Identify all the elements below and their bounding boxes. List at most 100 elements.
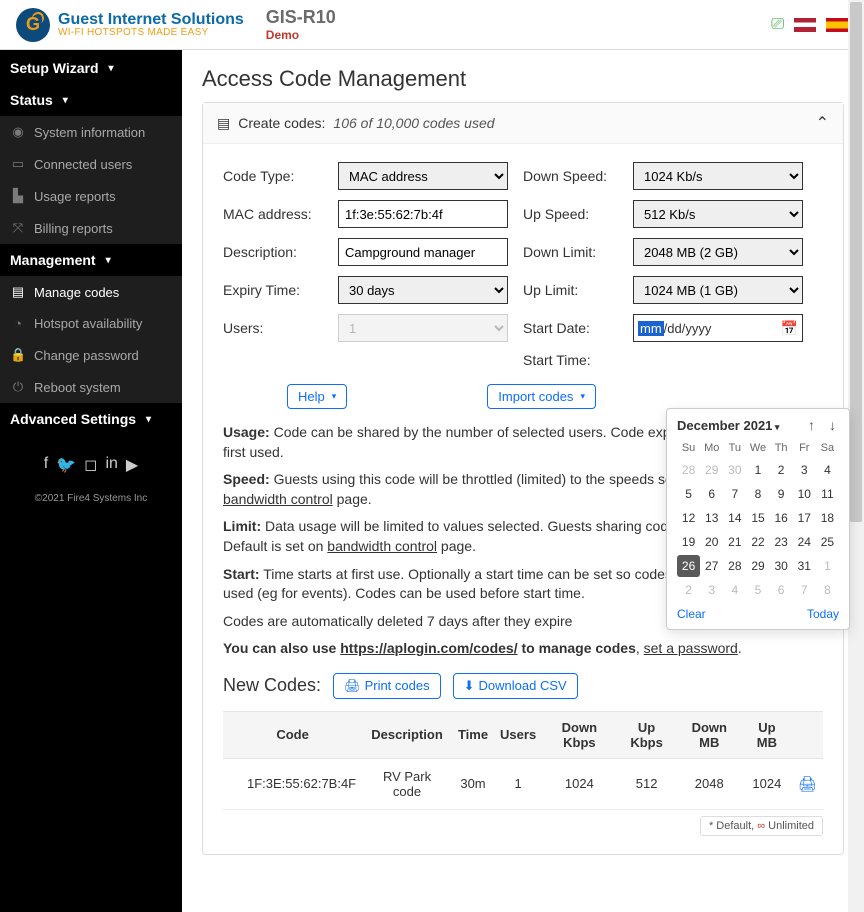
datepicker-day[interactable]: 6 [770, 579, 793, 601]
down-limit-select[interactable]: 2048 MB (2 GB) [633, 238, 803, 266]
datepicker-day[interactable]: 8 [816, 579, 839, 601]
bandwidth-control-link-2[interactable]: bandwidth control [327, 538, 437, 554]
twitter-icon[interactable]: 🐦 [56, 455, 76, 475]
expiry-time-select[interactable]: 30 days [338, 276, 508, 304]
datepicker-day[interactable]: 4 [723, 579, 746, 601]
download-csv-button[interactable]: ⬇ Download CSV [453, 673, 578, 699]
datepicker-day[interactable]: 19 [677, 531, 700, 553]
youtube-icon[interactable]: ▶ [126, 455, 138, 475]
datepicker-day[interactable]: 2 [770, 459, 793, 481]
date-picker[interactable]: December 2021 ↑ ↓ SuMoTuWeThFrSa28293012… [666, 408, 850, 630]
sidebar-item-connected-users[interactable]: ▭Connected users [0, 148, 182, 180]
sidebar-head-status[interactable]: Status [0, 84, 182, 116]
datepicker-day[interactable]: 28 [723, 555, 746, 577]
code-type-select[interactable]: MAC address [338, 162, 508, 190]
scrollbar-thumb[interactable] [850, 2, 862, 522]
datepicker-day[interactable]: 4 [816, 459, 839, 481]
date-seg-mm[interactable]: mm [638, 321, 664, 336]
sidebar-head-setup-wizard[interactable]: Setup Wizard [0, 52, 182, 84]
help-button[interactable]: Help [287, 384, 347, 409]
datepicker-day[interactable]: 12 [677, 507, 700, 529]
datepicker-month-title[interactable]: December 2021 [677, 418, 779, 433]
label-down-speed: Down Speed: [523, 168, 633, 184]
down-speed-select[interactable]: 1024 Kb/s [633, 162, 803, 190]
datepicker-day[interactable]: 11 [816, 483, 839, 505]
datepicker-day[interactable]: 27 [700, 555, 723, 577]
up-limit-select[interactable]: 1024 MB (1 GB) [633, 276, 803, 304]
datepicker-day[interactable]: 7 [793, 579, 816, 601]
chevron-up-icon[interactable]: ⌃ [816, 113, 829, 133]
datepicker-day[interactable]: 6 [700, 483, 723, 505]
datepicker-day[interactable]: 15 [746, 507, 769, 529]
datepicker-day[interactable]: 8 [746, 483, 769, 505]
datepicker-day[interactable]: 9 [770, 483, 793, 505]
up-speed-select[interactable]: 512 Kb/s [633, 200, 803, 228]
col-down-mb: Down MB [677, 711, 742, 758]
datepicker-day[interactable]: 13 [700, 507, 723, 529]
row-print-icon[interactable]: 🖨 [798, 776, 817, 793]
import-codes-button[interactable]: Import codes [487, 384, 596, 409]
datepicker-day[interactable]: 3 [793, 459, 816, 481]
label-down-limit: Down Limit: [523, 244, 633, 260]
datepicker-dow: Fr [793, 439, 816, 457]
datepicker-day[interactable]: 30 [723, 459, 746, 481]
sidebar-item-billing-reports[interactable]: ⤧Billing reports [0, 212, 182, 244]
datepicker-day[interactable]: 14 [723, 507, 746, 529]
sidebar-item-hotspot-availability[interactable]: ◔Hotspot availability [0, 308, 182, 339]
datepicker-day[interactable]: 25 [816, 531, 839, 553]
datepicker-day[interactable]: 30 [770, 555, 793, 577]
mac-address-input[interactable] [338, 200, 508, 228]
datepicker-day[interactable]: 1 [816, 555, 839, 577]
col-time: Time [452, 711, 494, 758]
logo[interactable]: G Guest Internet Solutions WI-FI HOTSPOT… [16, 8, 244, 42]
datepicker-day[interactable]: 24 [793, 531, 816, 553]
description-input[interactable] [338, 238, 508, 266]
datepicker-day[interactable]: 29 [746, 555, 769, 577]
date-seg-rest[interactable]: /dd/yyyy [664, 321, 712, 336]
logo-icon: G [16, 8, 50, 42]
instagram-icon[interactable]: ◻ [84, 455, 97, 475]
datepicker-day[interactable]: 22 [746, 531, 769, 553]
datepicker-next-icon[interactable]: ↓ [826, 417, 839, 433]
set-password-link[interactable]: set a password [644, 640, 738, 656]
datepicker-day[interactable]: 21 [723, 531, 746, 553]
bandwidth-control-link[interactable]: bandwidth control [223, 491, 333, 507]
datepicker-day[interactable]: 23 [770, 531, 793, 553]
flag-us-icon[interactable] [794, 18, 816, 32]
start-date-input[interactable]: mm/dd/yyyy 📅 [633, 314, 803, 342]
datepicker-day[interactable]: 2 [677, 579, 700, 601]
sidebar-item-usage-reports[interactable]: ▙Usage reports [0, 180, 182, 212]
sidebar-item-change-password[interactable]: 🔒Change password [0, 339, 182, 371]
datepicker-today-button[interactable]: Today [807, 607, 839, 621]
sidebar-item-manage-codes[interactable]: ▤Manage codes [0, 276, 182, 308]
datepicker-day[interactable]: 17 [793, 507, 816, 529]
datepicker-day[interactable]: 26 [677, 555, 700, 577]
datepicker-day[interactable]: 29 [700, 459, 723, 481]
datepicker-clear-button[interactable]: Clear [677, 607, 706, 621]
sidebar-head-management[interactable]: Management [0, 244, 182, 276]
sidebar-item-reboot-system[interactable]: ⏻Reboot system [0, 371, 182, 403]
calendar-icon[interactable]: 📅 [781, 320, 798, 337]
datepicker-day[interactable]: 5 [677, 483, 700, 505]
network-icon[interactable]: ⎚ [771, 16, 784, 34]
linkedin-icon[interactable]: in [105, 455, 117, 475]
panel-header[interactable]: ▤ Create codes: 106 of 10,000 codes used… [203, 103, 843, 144]
sidebar-item-system-information[interactable]: ◉System information [0, 116, 182, 148]
datepicker-day[interactable]: 10 [793, 483, 816, 505]
print-codes-button[interactable]: 🖨 Print codes [333, 673, 441, 699]
datepicker-day[interactable]: 5 [746, 579, 769, 601]
sidebar-head-advanced-settings[interactable]: Advanced Settings [0, 403, 182, 435]
datepicker-day[interactable]: 31 [793, 555, 816, 577]
datepicker-day[interactable]: 1 [746, 459, 769, 481]
datepicker-day[interactable]: 7 [723, 483, 746, 505]
datepicker-day[interactable]: 28 [677, 459, 700, 481]
datepicker-day[interactable]: 3 [700, 579, 723, 601]
aplogin-link[interactable]: https://aplogin.com/codes/ [340, 640, 517, 656]
datepicker-day[interactable]: 16 [770, 507, 793, 529]
facebook-icon[interactable]: f [44, 455, 48, 475]
scrollbar[interactable] [848, 0, 864, 912]
flag-es-icon[interactable] [826, 18, 848, 32]
datepicker-day[interactable]: 18 [816, 507, 839, 529]
datepicker-day[interactable]: 20 [700, 531, 723, 553]
datepicker-prev-icon[interactable]: ↑ [805, 417, 818, 433]
